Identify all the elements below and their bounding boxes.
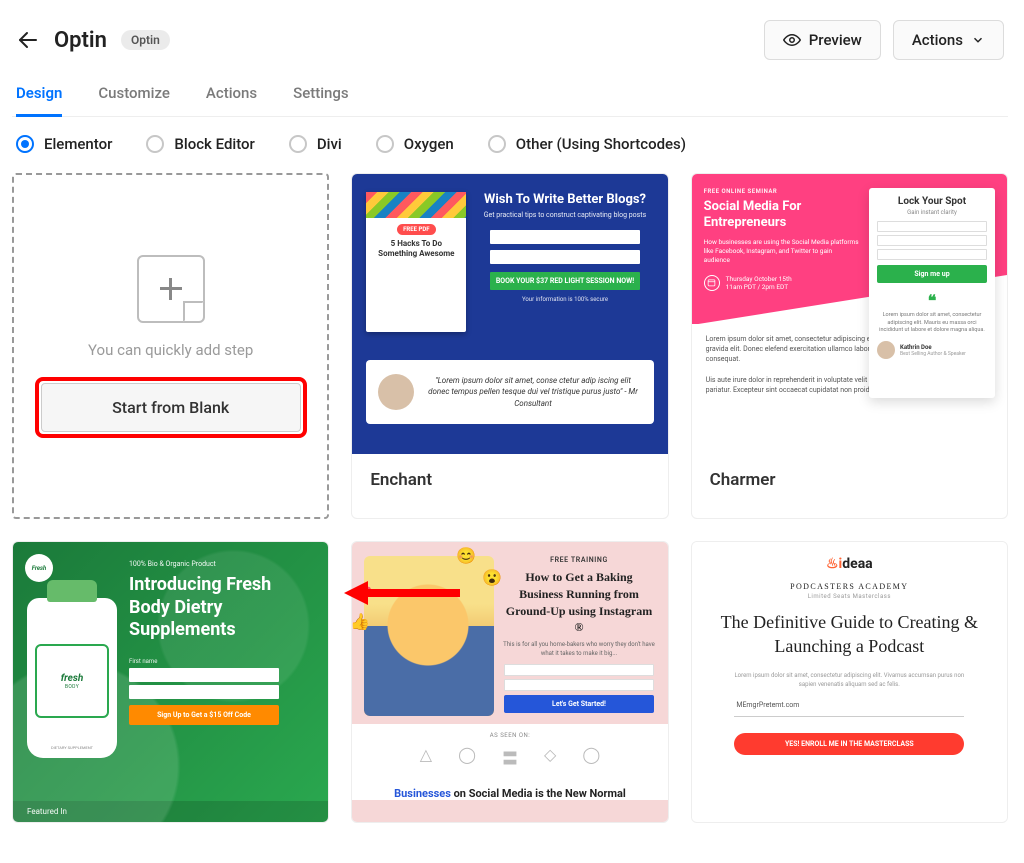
- header-left: Optin Optin: [16, 28, 170, 53]
- calendar-icon: [704, 275, 720, 291]
- header-right: Preview Actions: [764, 20, 1004, 60]
- step-type-badge: Optin: [121, 30, 170, 50]
- tabs: Design Customize Actions Settings: [12, 78, 1008, 117]
- radio-icon: [488, 135, 506, 153]
- blank-template-card: You can quickly add step Start from Blan…: [12, 173, 329, 519]
- preview-label: Preview: [809, 31, 862, 49]
- template-grid: You can quickly add step Start from Blan…: [12, 173, 1008, 823]
- back-icon[interactable]: [16, 28, 40, 52]
- start-from-blank-button[interactable]: Start from Blank: [41, 383, 301, 432]
- plus-icon: [137, 255, 205, 323]
- template-thumbnail: 😊 😮 👍 ❤ FREE TRAINING How to Get a Bakin…: [352, 542, 667, 822]
- actions-label: Actions: [912, 31, 963, 49]
- lightbulb-icon: ♨: [826, 556, 839, 572]
- logo-badge: Fresh: [25, 554, 53, 582]
- editor-option-divi[interactable]: Divi: [289, 135, 342, 153]
- tab-design[interactable]: Design: [16, 78, 62, 117]
- avatar: [877, 341, 895, 359]
- template-card-baking[interactable]: 😊 😮 👍 ❤ FREE TRAINING How to Get a Bakin…: [351, 541, 668, 823]
- tab-customize[interactable]: Customize: [98, 78, 170, 116]
- template-thumbnail: ♨ideaa PODCASTERS ACADEMY Limited Seats …: [692, 542, 1007, 822]
- page-title: Optin: [54, 28, 107, 53]
- chevron-down-icon: [971, 33, 985, 47]
- template-card-charmer[interactable]: FREE ONLINE SEMINAR Social Media For Ent…: [691, 173, 1008, 519]
- quote-icon: ❝: [877, 291, 987, 310]
- editor-option-elementor[interactable]: Elementor: [16, 135, 112, 153]
- editor-selector: Elementor Block Editor Divi Oxygen Other…: [12, 117, 1008, 173]
- template-card-fresh[interactable]: Fresh freshBODY DIETARY SUPPLEMENT 100% …: [12, 541, 329, 823]
- hero-image: [364, 556, 494, 716]
- page-header: Optin Optin Preview Actions: [12, 12, 1008, 78]
- template-title: Enchant: [352, 454, 667, 508]
- template-card-ideaa[interactable]: ♨ideaa PODCASTERS ACADEMY Limited Seats …: [691, 541, 1008, 823]
- actions-dropdown-button[interactable]: Actions: [893, 20, 1004, 60]
- avatar: [378, 374, 414, 410]
- brand-logo: ♨ideaa: [826, 556, 873, 572]
- annotation-highlight: Start from Blank: [35, 377, 307, 438]
- radio-icon: [16, 135, 34, 153]
- editor-option-block-editor[interactable]: Block Editor: [146, 135, 254, 153]
- template-title: Charmer: [692, 454, 1007, 508]
- radio-icon: [146, 135, 164, 153]
- template-thumbnail: FREE ONLINE SEMINAR Social Media For Ent…: [692, 174, 1007, 454]
- editor-option-oxygen[interactable]: Oxygen: [376, 135, 454, 153]
- tab-actions[interactable]: Actions: [206, 78, 257, 116]
- radio-icon: [376, 135, 394, 153]
- template-thumbnail: FREE PDF 5 Hacks To Do Something Awesome…: [352, 174, 667, 454]
- editor-option-other[interactable]: Other (Using Shortcodes): [488, 135, 686, 153]
- tab-settings[interactable]: Settings: [293, 78, 349, 116]
- preview-button[interactable]: Preview: [764, 20, 881, 60]
- brand-logos: △◯〓◇◯: [352, 745, 667, 769]
- blank-hint-text: You can quickly add step: [88, 341, 253, 359]
- radio-icon: [289, 135, 307, 153]
- eye-icon: [783, 31, 801, 49]
- template-thumbnail: Fresh freshBODY DIETARY SUPPLEMENT 100% …: [13, 542, 328, 822]
- product-bottle: freshBODY DIETARY SUPPLEMENT: [27, 598, 117, 758]
- template-card-enchant[interactable]: FREE PDF 5 Hacks To Do Something Awesome…: [351, 173, 668, 519]
